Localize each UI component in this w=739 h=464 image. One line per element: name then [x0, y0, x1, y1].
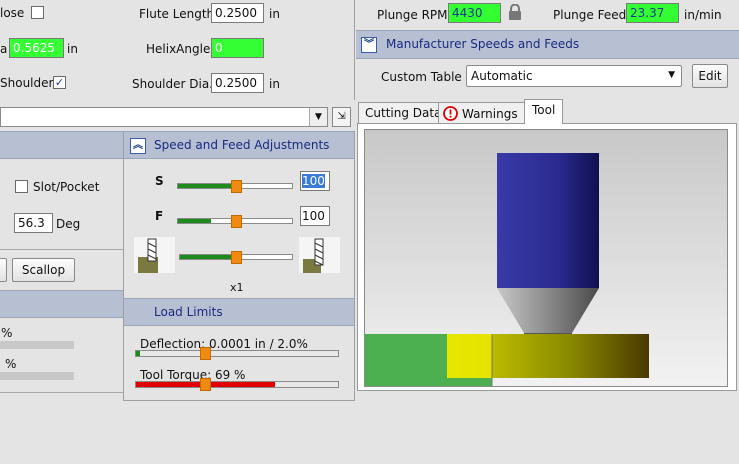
tool-shank — [497, 153, 599, 288]
tab-warnings-label: Warnings — [462, 107, 518, 121]
flute-length-label: Flute Length — [139, 7, 215, 21]
collapse-chevron-icon[interactable]: ︽ — [130, 138, 146, 154]
prev-button[interactable] — [0, 258, 7, 282]
manufacturer-title: Manufacturer Speeds and Feeds — [386, 37, 580, 51]
cut-type-header — [0, 131, 123, 159]
deflection-thumb[interactable] — [200, 347, 211, 360]
tab-cutting-data[interactable]: Cutting Data — [358, 102, 449, 124]
slot-pocket-checkbox[interactable] — [15, 180, 28, 193]
torque-label: Tool Torque: 69 % — [140, 368, 246, 382]
pct-label-1: % — [1, 326, 13, 340]
shoulder-dia-input[interactable]: 0.2500 — [211, 73, 264, 93]
deflection-label: Deflection: 0.0001 in / 2.0% — [140, 337, 308, 351]
engaged-region — [447, 334, 492, 378]
s-label: S — [155, 174, 164, 188]
plunge-feed-input[interactable]: 23.37 — [626, 3, 679, 23]
custom-table-value: Automatic — [471, 69, 533, 83]
warning-icon — [443, 106, 458, 121]
load-limits-title: Load Limits — [154, 305, 223, 319]
shoulder-label: Shoulder — [0, 76, 54, 90]
s-value-text: 100 — [302, 174, 325, 188]
plunge-rpm-input[interactable]: 4430 — [448, 3, 501, 23]
lock-icon[interactable] — [508, 4, 522, 20]
manufacturer-header: ︾ Manufacturer Speeds and Feeds — [356, 30, 739, 59]
bottom-area — [356, 395, 739, 464]
angle-unit: Deg — [56, 217, 81, 231]
s-slider-thumb[interactable] — [231, 180, 242, 193]
adjustments-header: ︽ Speed and Feed Adjustments — [124, 131, 354, 159]
dia-label: a — [0, 42, 8, 56]
divider — [0, 249, 123, 250]
flute-length-input[interactable]: 0.2500 — [211, 3, 264, 23]
shoulder-dia-label: Shoulder Dia. — [132, 77, 213, 91]
results-header — [0, 290, 123, 318]
flute-length-unit: in — [269, 7, 280, 21]
torque-bar — [135, 381, 339, 388]
deflection-bar-fill — [136, 351, 141, 356]
aggressive-tool-icon — [299, 237, 340, 273]
angle-input[interactable]: 56.3 — [14, 213, 53, 233]
tab-warnings[interactable]: Warnings — [438, 102, 525, 124]
load-limits-header: Load Limits — [124, 298, 354, 326]
expand-button[interactable]: ⇲ — [332, 107, 351, 127]
adjustments-title: Speed and Feed Adjustments — [154, 138, 330, 152]
f-label: F — [155, 209, 164, 223]
shoulder-dia-unit: in — [269, 77, 280, 91]
torque-thumb[interactable] — [200, 378, 211, 391]
expand-chevron-icon[interactable]: ︾ — [361, 37, 377, 53]
plunge-rpm-label: Plunge RPM — [377, 8, 448, 22]
tool-taper — [497, 288, 599, 333]
multiplier-label: x1 — [230, 281, 244, 294]
shoulder-checkbox[interactable]: ✓ — [53, 76, 66, 89]
left-bottom-divider — [0, 392, 123, 393]
conservative-tool-icon — [134, 237, 175, 273]
custom-table-select[interactable]: Automatic ▼ — [466, 65, 682, 87]
tool-view — [364, 129, 728, 387]
dia-input[interactable]: 0.5625 — [9, 38, 64, 58]
helix-angle-label: HelixAngle — [146, 42, 211, 56]
progress-bar-1 — [0, 341, 74, 349]
operation-dropdown[interactable] — [0, 107, 328, 127]
plunge-feed-unit: in/min — [684, 8, 722, 22]
f-slider-thumb[interactable] — [231, 215, 242, 228]
deflection-bar — [135, 350, 339, 357]
tool-render — [365, 153, 649, 386]
close-label: lose — [0, 6, 25, 20]
custom-table-label: Custom Table — [381, 70, 462, 84]
s-value-input[interactable]: 100 — [300, 171, 330, 191]
aggressiveness-slider-thumb[interactable] — [231, 251, 242, 264]
close-checkbox[interactable] — [31, 6, 44, 19]
edit-button[interactable]: Edit — [692, 64, 728, 88]
plunge-feed-label: Plunge Feed — [553, 8, 627, 22]
scallop-button[interactable]: Scallop — [12, 258, 75, 282]
slot-pocket-label: Slot/Pocket — [33, 180, 100, 194]
dia-unit: in — [67, 42, 78, 56]
progress-bar-2 — [0, 372, 74, 380]
chevron-down-icon[interactable]: ▼ — [309, 108, 327, 126]
helix-angle-input[interactable]: 0 — [211, 38, 264, 58]
f-value-input[interactable]: 100 — [300, 206, 330, 226]
pct-label-2: % — [5, 357, 17, 371]
chevron-down-icon: ▼ — [668, 70, 675, 80]
tab-tool[interactable]: Tool — [524, 99, 564, 124]
